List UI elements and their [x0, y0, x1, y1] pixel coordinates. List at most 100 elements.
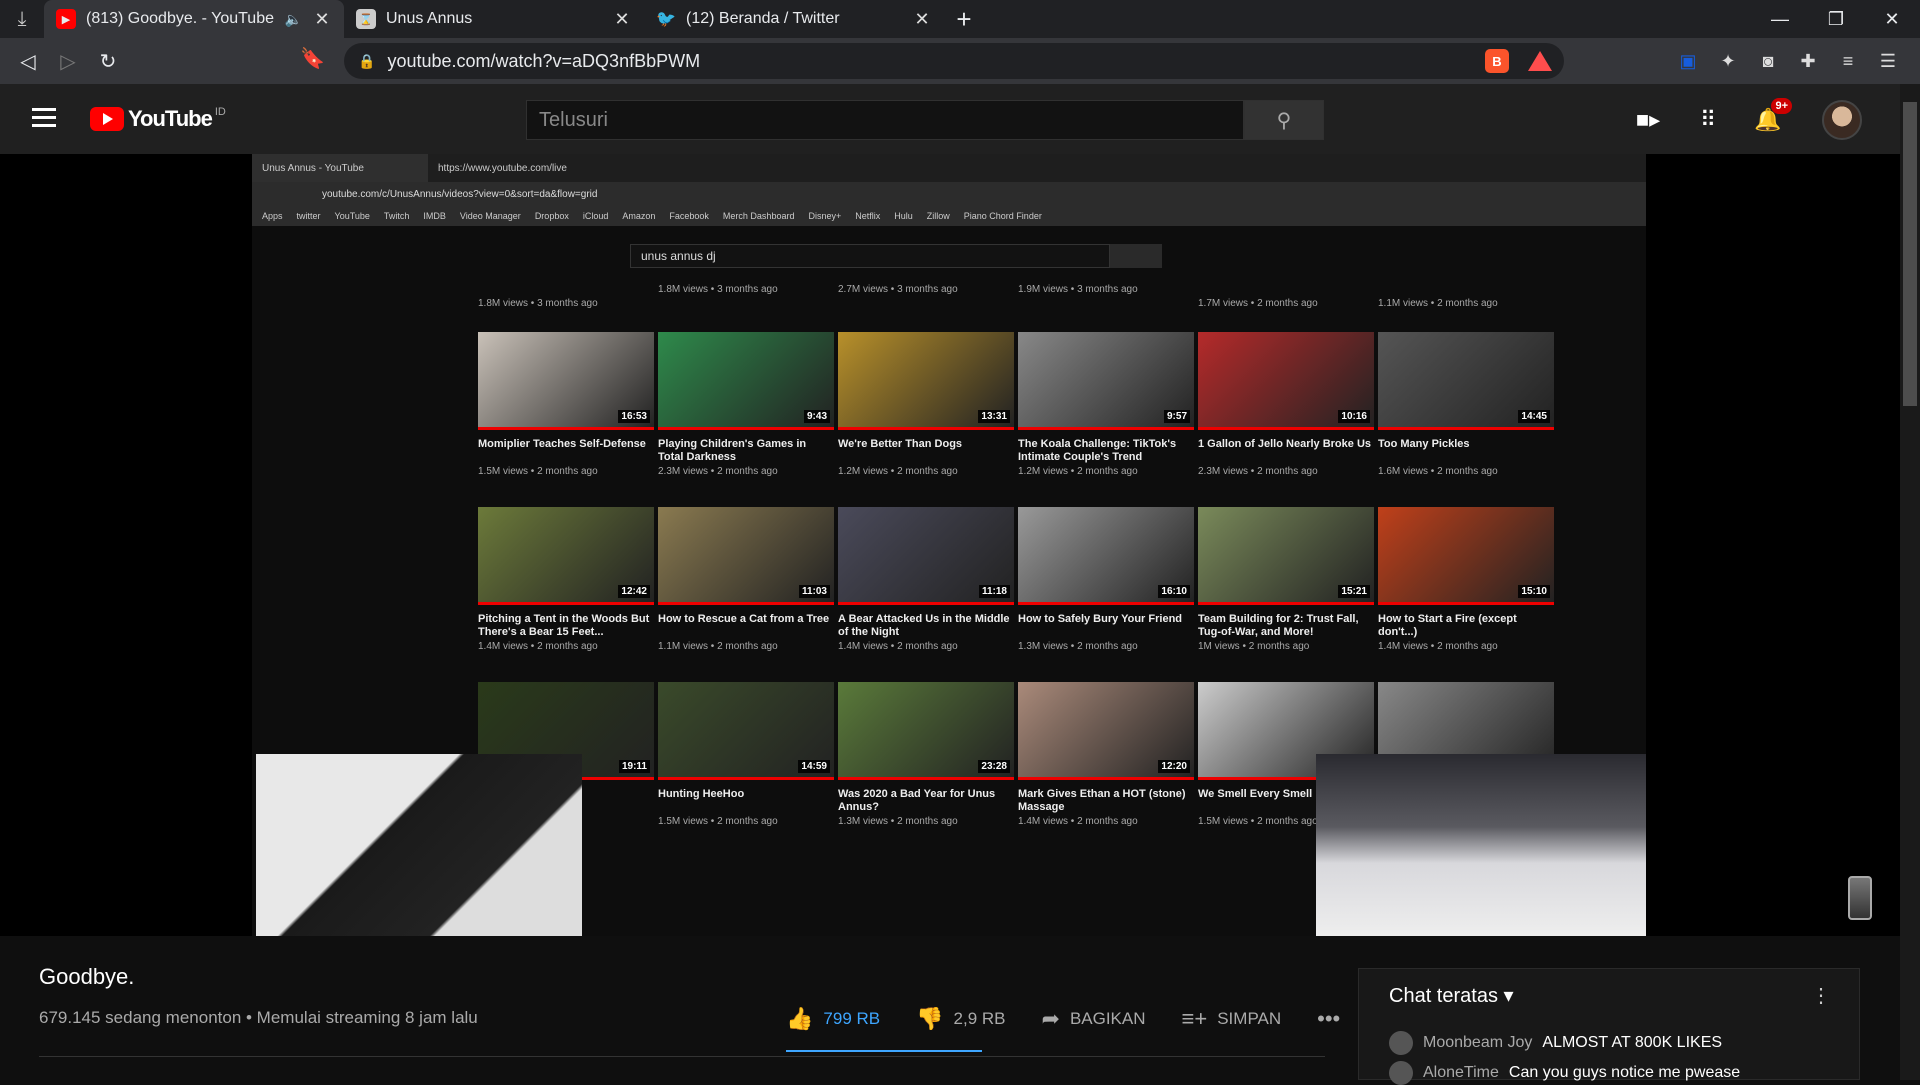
inner-video-meta: 1.9M views • 3 months ago [1018, 284, 1138, 295]
brave-shields-icon[interactable]: B [1485, 49, 1509, 73]
close-tab-icon[interactable]: ✕ [612, 9, 632, 30]
avatar [1389, 1031, 1413, 1055]
dislike-button[interactable]: 👎 2,9 RB [916, 1006, 1005, 1032]
inner-tab: Unus Annus - YouTube [252, 154, 428, 182]
inner-video-meta: 1.5M views • 2 months ago [478, 466, 598, 477]
youtube-logo[interactable]: YouTube ID [90, 106, 226, 132]
apps-grid-icon[interactable]: ⠿ [1692, 104, 1724, 136]
lock-icon[interactable]: 🔒 [358, 53, 375, 70]
inner-video-meta: 1.1M views • 2 months ago [658, 641, 778, 652]
inner-video-title: How to Start a Fire (except don't...) [1378, 613, 1517, 638]
back-icon[interactable]: ◁ [8, 41, 48, 81]
save-label: SIMPAN [1217, 1009, 1282, 1028]
tab-unus-annus[interactable]: ⌛ Unus Annus ✕ [344, 0, 644, 38]
inner-video-thumbnail: 10:16 [1198, 332, 1374, 430]
video-duration: 14:59 [798, 760, 830, 773]
inner-video-meta: 1.3M views • 2 months ago [1018, 641, 1138, 652]
speaker-icon[interactable]: 🔈 [285, 11, 302, 28]
inner-bookmark: Facebook [669, 211, 709, 221]
inner-bookmark: Apps [262, 211, 283, 221]
inner-bookmark: Zillow [926, 211, 950, 221]
inner-video-title: Too Many Pickles [1378, 438, 1470, 450]
inner-bookmarks: Apps twitter YouTube Twitch IMDB Video M… [252, 206, 1646, 226]
video-frame[interactable]: Unus Annus - YouTube https://www.youtube… [252, 154, 1646, 936]
create-video-icon[interactable]: ■▸ [1632, 104, 1664, 136]
search-button[interactable]: ⚲ [1244, 100, 1324, 140]
inner-video-meta: 1.5M views • 2 months ago [658, 816, 778, 827]
inner-video-thumbnail: 23:28 [838, 682, 1014, 780]
hamburger-menu-icon[interactable] [32, 108, 56, 132]
address-bar[interactable]: 🔒 youtube.com/watch?v=aDQ3nfBbPWM B [344, 43, 1564, 79]
inner-bookmark: YouTube [334, 211, 370, 221]
inner-video-title: 1 Gallon of Jello Nearly Broke Us [1198, 438, 1372, 450]
like-button[interactable]: 👍 799 RB [786, 1006, 880, 1032]
inner-video-meta: 2.3M views • 2 months ago [1198, 466, 1318, 477]
inner-video-meta: 1.5M views • 2 months ago [1198, 816, 1318, 827]
inner-video-thumbnail: 15:21 [1198, 507, 1374, 605]
inner-search-button [1110, 244, 1162, 268]
chevron-down-icon: ▾ [1503, 985, 1514, 1007]
inner-bookmark: twitter [296, 211, 321, 221]
inner-video-title: We're Better Than Dogs [838, 438, 963, 450]
puzzle-icon[interactable]: ✚ [1788, 43, 1828, 79]
video-player[interactable]: Unus Annus - YouTube https://www.youtube… [0, 154, 1900, 936]
scrollbar-thumb[interactable] [1903, 102, 1917, 406]
restore-icon[interactable]: ❐ [1808, 0, 1864, 38]
video-duration: 14:45 [1518, 410, 1550, 423]
url-text[interactable]: youtube.com/watch?v=aDQ3nfBbPWM [387, 51, 700, 72]
media-queue-icon[interactable]: ≡ [1828, 43, 1868, 79]
inner-tab-strip: Unus Annus - YouTube https://www.youtube… [252, 154, 1646, 182]
video-duration: 11:18 [978, 585, 1010, 598]
page-scrollbar[interactable] [1900, 84, 1920, 1080]
chat-text: ALMOST AT 800K LIKES [1542, 1034, 1723, 1051]
inner-video-thumbnail: 11:18 [838, 507, 1014, 605]
playlist-add-icon: ≡+ [1181, 1006, 1208, 1031]
video-duration: 13:31 [978, 410, 1010, 423]
extension-icon[interactable]: ◙ [1748, 43, 1788, 79]
share-arrow-icon: ➦ [1041, 1006, 1060, 1031]
notifications-bell-icon[interactable]: 🔔 9+ [1752, 98, 1792, 136]
more-actions-button[interactable]: ••• [1317, 1006, 1340, 1032]
inner-bookmark: Amazon [622, 211, 656, 221]
tab-title: Unus Annus [386, 10, 473, 27]
more-vertical-icon[interactable]: ⋮ [1811, 983, 1831, 1008]
menu-icon[interactable]: ☰ [1868, 43, 1908, 79]
inner-video-meta: 1.2M views • 2 months ago [838, 466, 958, 477]
video-actions: 👍 799 RB 👎 2,9 RB ➦ BAGIKAN ≡+ SIMPAN ••• [786, 1006, 1340, 1032]
share-button[interactable]: ➦ BAGIKAN [1042, 1006, 1146, 1032]
video-duration: 9:43 [803, 410, 830, 423]
close-tab-icon[interactable]: ✕ [912, 9, 932, 30]
inner-video-thumbnail: 12:42 [478, 507, 654, 605]
brave-rewards-icon[interactable] [1528, 51, 1552, 71]
window-controls: — ❐ ✕ [1752, 0, 1920, 38]
tab-youtube[interactable]: ▶ (813) Goodbye. - YouTube 🔈 ✕ [44, 0, 344, 38]
search-input[interactable]: Telusuri [526, 100, 1244, 140]
close-tab-icon[interactable]: ✕ [312, 9, 332, 30]
tab-twitter[interactable]: 🐦 (12) Beranda / Twitter ✕ [644, 0, 944, 38]
bitwarden-extension-icon[interactable]: ▣ [1668, 43, 1708, 79]
inner-bookmark: Disney+ [808, 211, 842, 221]
avatar[interactable] [1822, 100, 1862, 140]
video-duration: 11:03 [798, 585, 830, 598]
inner-video-title: How to Rescue a Cat from a Tree [658, 613, 830, 625]
video-duration: 10:16 [1338, 410, 1370, 423]
tab-title: (813) Goodbye. - YouTube [86, 10, 274, 27]
extension-icon[interactable]: ✦ [1708, 43, 1748, 79]
close-window-icon[interactable]: ✕ [1864, 0, 1920, 38]
inner-search: unus annus dj [630, 244, 1110, 268]
download-icon[interactable]: ⤓ [0, 0, 44, 38]
inner-bookmark: iCloud [582, 211, 609, 221]
minimize-icon[interactable]: — [1752, 0, 1808, 38]
reload-icon[interactable]: ↻ [88, 41, 128, 81]
inner-video-meta: 1.4M views • 2 months ago [1378, 641, 1498, 652]
chat-message: AloneTime Can you guys notice me pwease [1389, 1061, 1740, 1085]
inner-video-meta: 2.3M views • 2 months ago [658, 466, 778, 477]
forward-icon[interactable]: ▷ [48, 41, 88, 81]
inner-video-meta: 1.1M views • 2 months ago [1378, 298, 1498, 309]
save-button[interactable]: ≡+ SIMPAN [1182, 1006, 1282, 1032]
inner-tab: https://www.youtube.com/live [438, 162, 567, 174]
new-tab-button[interactable]: + [944, 0, 984, 38]
chat-mode-dropdown[interactable]: Chat teratas ▾ [1389, 983, 1514, 1008]
inner-video-thumbnail: 16:10 [1018, 507, 1194, 605]
bookmark-icon[interactable]: 🔖 [300, 46, 325, 71]
